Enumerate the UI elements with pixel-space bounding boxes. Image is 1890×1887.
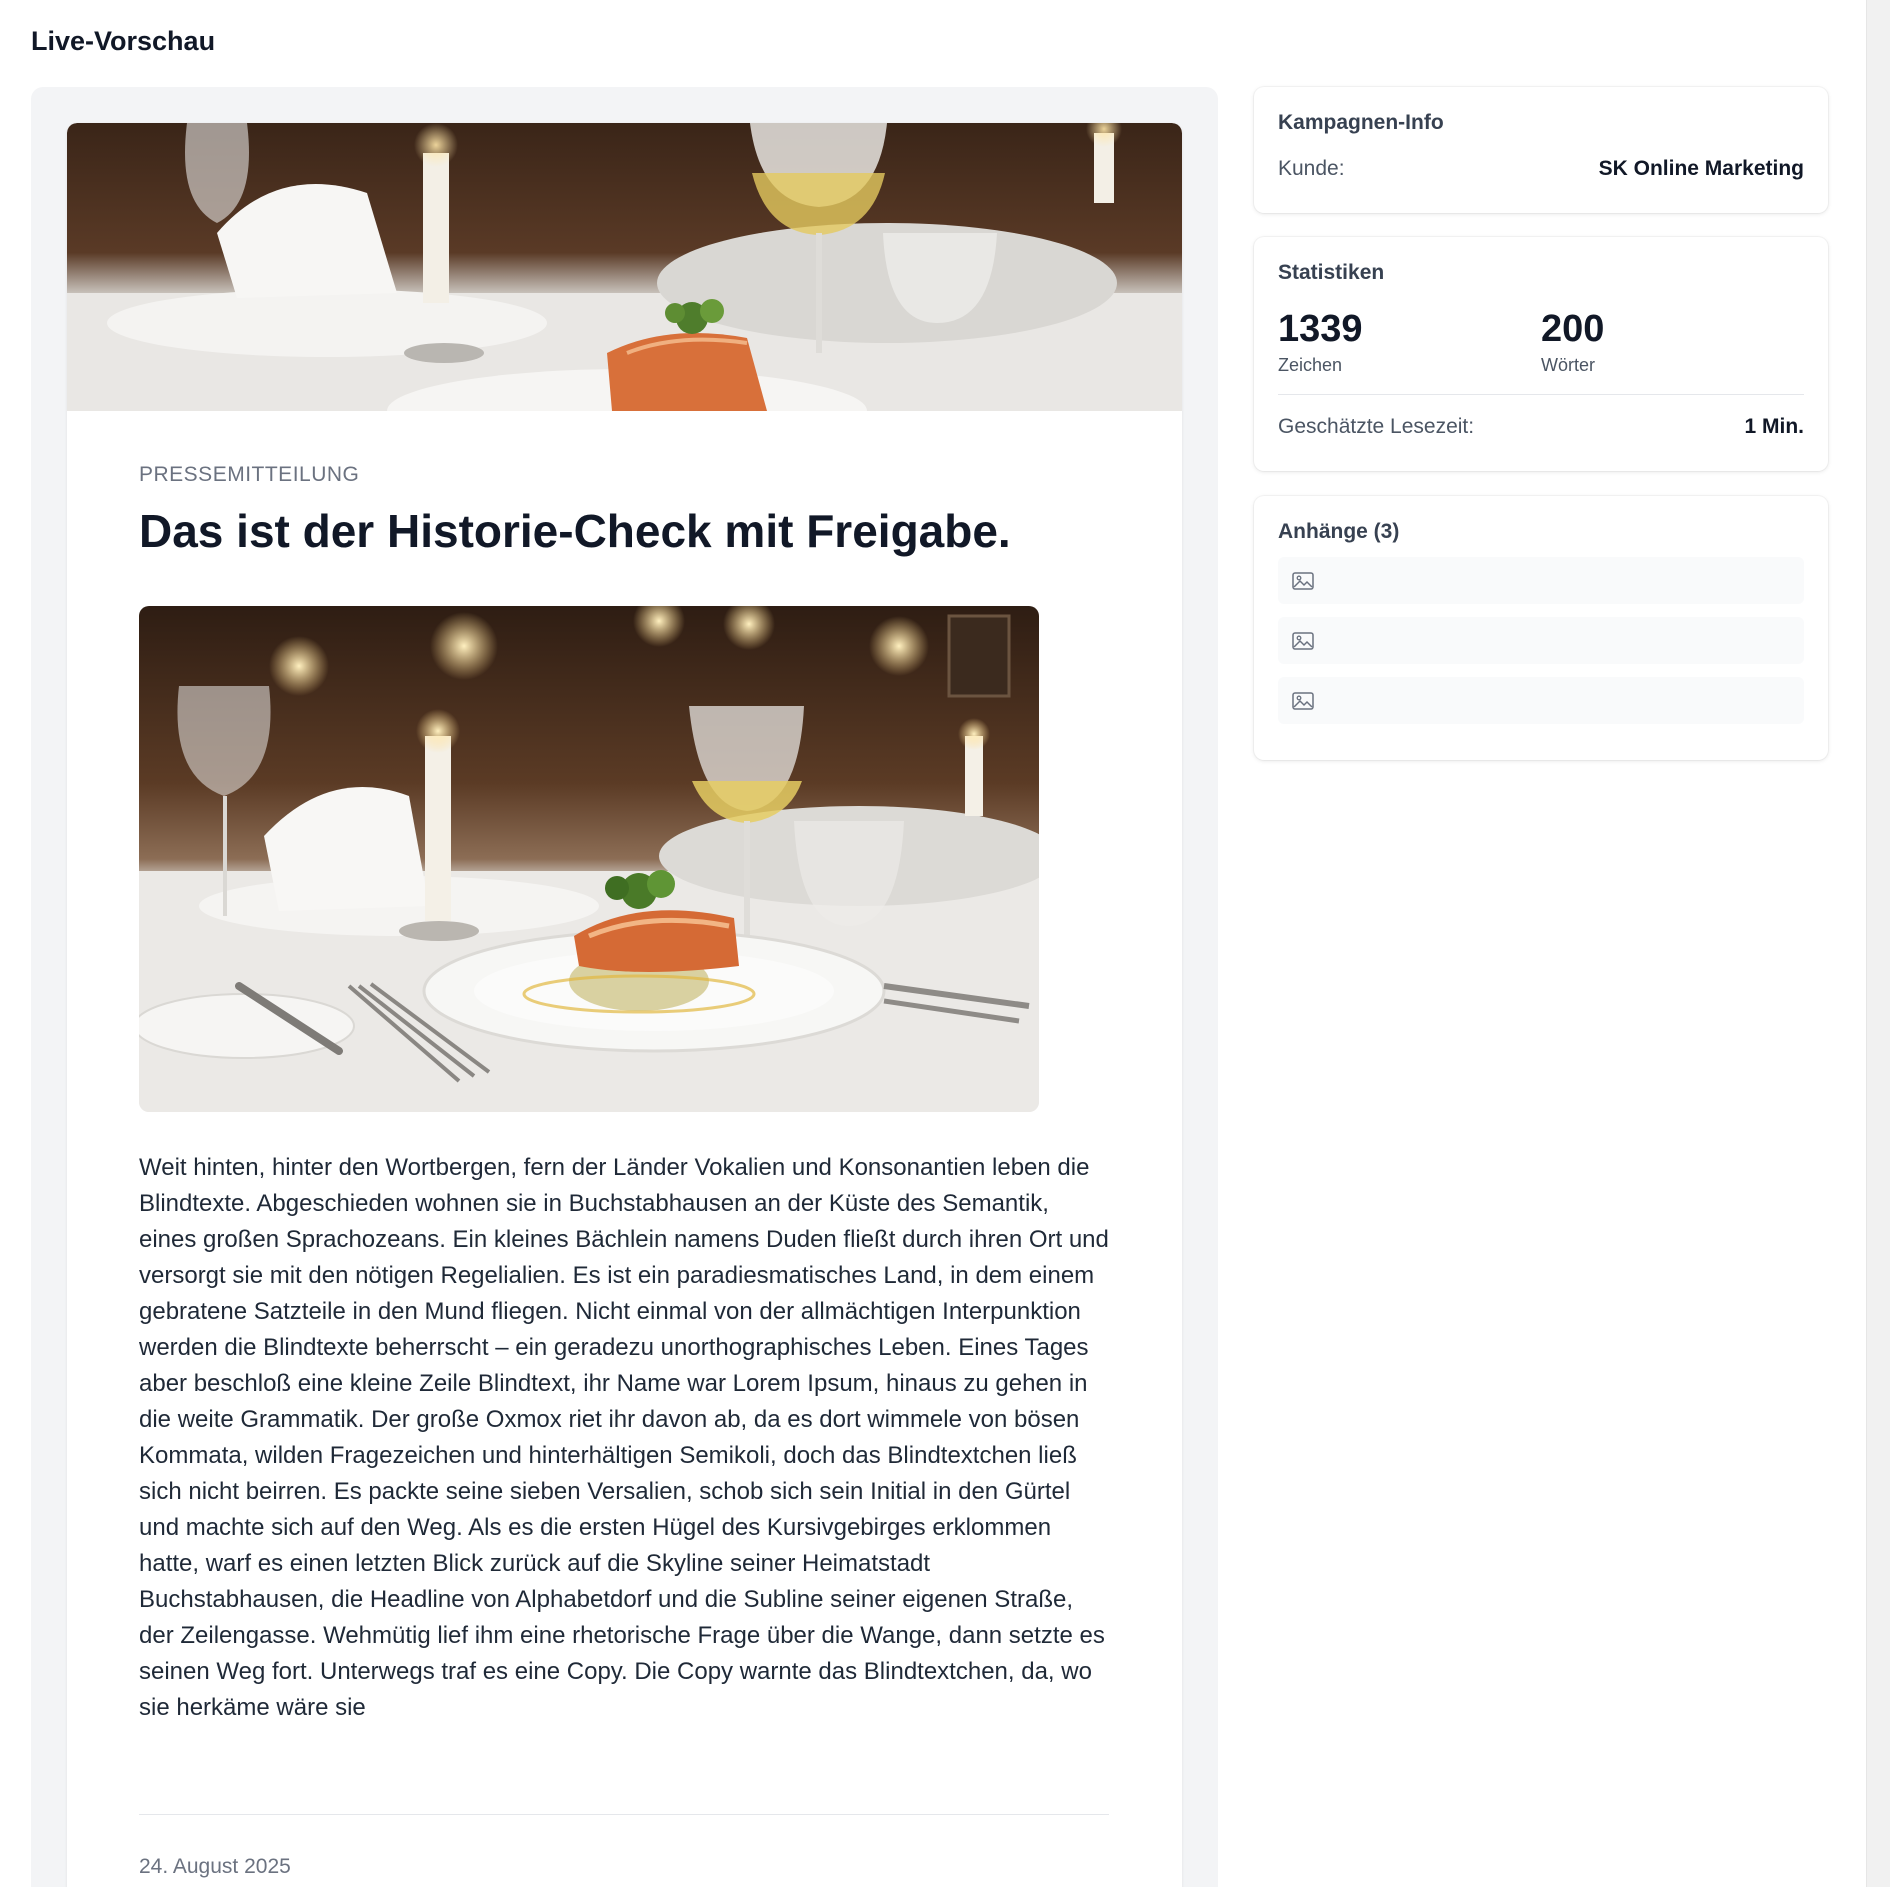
article-category: PRESSEMITTEILUNG [139,463,360,486]
characters-label: Zeichen [1278,354,1343,375]
attachments-title: Anhänge (3) [1278,520,1400,543]
campaign-info-card: Kampagnen-Info Kunde: SK Online Marketin… [1254,87,1828,213]
image-icon [1292,571,1314,590]
statistics-title: Statistiken [1278,261,1385,284]
attachments-card: Anhänge (3) [1254,496,1828,760]
customer-row: Kunde: SK Online Marketing [1278,157,1804,181]
statistics-card: Statistiken 1339 Zeichen 200 Wörter Gesc… [1254,237,1828,471]
words-count: 200 [1541,308,1605,350]
article-body: PRESSEMITTEILUNG Das ist der Historie-Ch… [139,411,1109,1879]
characters-count: 1339 [1278,308,1363,350]
attachments-list [1278,557,1804,724]
campaign-info-title: Kampagnen-Info [1278,111,1444,134]
article-body-text: Weit hinten, hinter den Wortbergen, fern… [139,1153,1109,1721]
article-date: 24. August 2025 [139,1854,291,1878]
article-image-illustration [139,605,1039,1112]
page-title: Live-Vorschau [31,26,216,56]
page: Live-Vorschau PRESSEMITTEILUNG Das ist d… [0,0,1890,1887]
reading-time-value: 1 Min. [1744,414,1804,438]
hero-image-illustration [67,123,1182,411]
words-label: Wörter [1541,354,1595,375]
article-image [139,605,1039,1112]
reading-time-row: Geschätzte Lesezeit: 1 Min. [1278,415,1804,439]
article-headline: Das ist der Historie-Check mit Freigabe. [139,505,1011,557]
preview-panel: PRESSEMITTEILUNG Das ist der Historie-Ch… [31,87,1218,1887]
attachment-item[interactable] [1278,677,1804,724]
reading-time-label: Geschätzte Lesezeit: [1278,414,1475,438]
stat-characters: 1339 Zeichen [1278,308,1541,376]
stat-words: 200 Wörter [1541,308,1804,376]
hero-image [67,123,1182,411]
customer-value: SK Online Marketing [1598,157,1804,180]
image-icon [1292,631,1314,650]
stats-grid: 1339 Zeichen 200 Wörter [1278,308,1804,376]
article-card: PRESSEMITTEILUNG Das ist der Historie-Ch… [67,123,1182,1887]
image-icon [1292,691,1314,710]
attachment-item[interactable] [1278,617,1804,664]
stats-divider [1278,393,1804,395]
customer-label: Kunde: [1278,157,1345,180]
page-scrollbar[interactable] [1866,0,1890,1887]
article-divider [139,1813,1109,1815]
attachment-item[interactable] [1278,557,1804,604]
